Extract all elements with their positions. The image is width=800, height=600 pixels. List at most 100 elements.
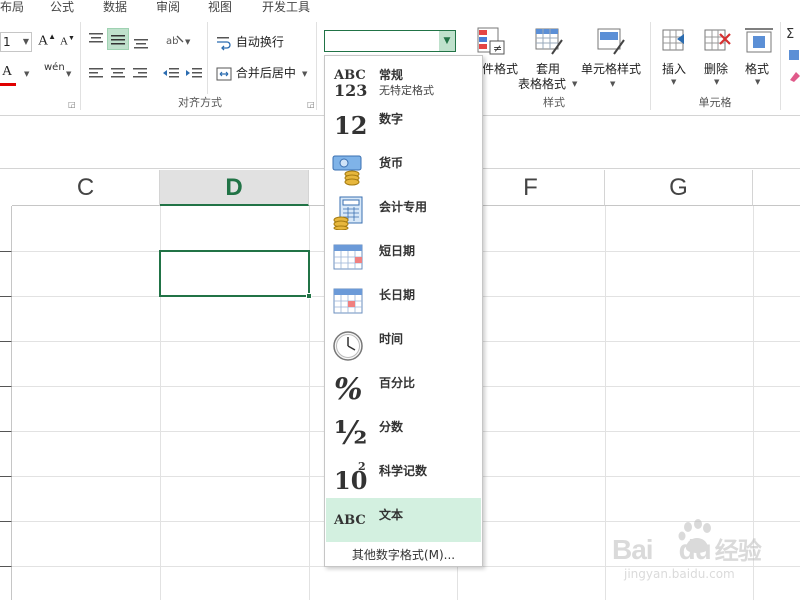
format-option-currency[interactable]: 货币 xyxy=(326,146,481,190)
clock-icon xyxy=(333,331,363,361)
wrap-text-button[interactable]: 自动换行 xyxy=(216,33,284,51)
font-color-button[interactable]: A xyxy=(0,64,16,86)
fill-handle[interactable] xyxy=(306,293,312,299)
format-as-table-icon[interactable] xyxy=(534,26,564,56)
format-option-label: 文本 xyxy=(379,508,404,522)
icon-glyph: % xyxy=(334,372,363,407)
align-left-icon[interactable] xyxy=(88,66,104,80)
currency-icon xyxy=(332,155,362,186)
align-bottom-icon[interactable] xyxy=(133,36,149,50)
column-header-g[interactable]: G xyxy=(605,170,753,206)
format-option-accounting[interactable]: 会计专用 xyxy=(326,190,481,234)
font-size-value: 1 xyxy=(3,35,11,49)
increase-indent-icon[interactable] xyxy=(185,66,203,80)
format-option-short-date[interactable]: 短日期 xyxy=(326,234,481,278)
tab-developer[interactable]: 开发工具 xyxy=(262,0,310,18)
cell-styles-label[interactable]: 单元格样式 xyxy=(581,60,641,77)
calendar-icon xyxy=(333,288,363,314)
abc-text-icon: ABC xyxy=(332,504,366,538)
autosum-icon[interactable]: Σ xyxy=(786,26,800,40)
delete-label[interactable]: 删除 xyxy=(704,60,728,77)
phonetic-button[interactable]: wén xyxy=(44,62,65,73)
icon-glyph: ½ xyxy=(334,414,368,452)
tab-layout[interactable]: 布局 xyxy=(0,0,24,18)
format-option-number[interactable]: 12 数字 xyxy=(326,102,481,146)
align-right-icon[interactable] xyxy=(132,66,148,80)
column-header-c[interactable]: C xyxy=(12,170,160,206)
number-format-combo[interactable]: ▼ xyxy=(324,30,456,52)
row-header[interactable] xyxy=(0,206,12,252)
row-header[interactable] xyxy=(0,252,12,297)
merge-center-button[interactable]: 合并后居中 xyxy=(216,64,296,82)
row-header[interactable] xyxy=(0,567,12,600)
chevron-down-icon[interactable]: ▼ xyxy=(24,70,29,78)
orientation-icon[interactable]: ab xyxy=(165,32,185,48)
more-number-formats-link[interactable]: 其他数字格式(M)... xyxy=(325,545,482,565)
format-label[interactable]: 格式 xyxy=(745,60,769,77)
row-header[interactable] xyxy=(0,522,12,567)
row-header[interactable] xyxy=(0,342,12,387)
tab-view[interactable]: 视图 xyxy=(208,0,232,18)
format-option-label: 常规 xyxy=(379,68,404,82)
chevron-down-icon[interactable]: ▼ xyxy=(302,70,307,78)
font-size-combo[interactable]: 1 ▼ xyxy=(0,32,32,52)
align-middle-icon xyxy=(111,35,125,45)
format-option-general[interactable]: ABC 123 常规 无特定格式 xyxy=(326,58,481,102)
tab-review[interactable]: 审阅 xyxy=(156,0,180,18)
shrink-font-button[interactable]: A▼ xyxy=(60,34,75,48)
format-option-label: 科学记数 xyxy=(379,464,428,478)
chevron-down-icon[interactable]: ▼ xyxy=(572,80,577,88)
active-cell-d2[interactable] xyxy=(159,250,312,299)
row-header[interactable] xyxy=(0,297,12,342)
abc-123-icon: ABC 123 xyxy=(332,64,367,100)
row-header[interactable] xyxy=(0,387,12,432)
delete-cells-icon[interactable] xyxy=(702,26,732,56)
chevron-down-icon[interactable]: ▼ xyxy=(610,80,615,88)
format-option-text[interactable]: ABC 文本 xyxy=(326,498,481,542)
chevron-down-icon[interactable]: ▼ xyxy=(66,70,71,78)
align-top-icon[interactable] xyxy=(88,32,104,46)
format-option-label: 长日期 xyxy=(379,288,416,302)
format-cells-icon[interactable] xyxy=(744,26,774,56)
conditional-format-icon[interactable]: ≠ xyxy=(476,26,506,56)
number-format-dropdown: ABC 123 常规 无特定格式 12 数字 货币 会计专用 短日期 长日期 时… xyxy=(324,55,483,567)
insert-label[interactable]: 插入 xyxy=(662,60,686,77)
fill-icon[interactable] xyxy=(788,48,800,62)
cell-styles-icon[interactable] xyxy=(596,26,626,56)
format-option-long-date[interactable]: 长日期 xyxy=(326,278,481,322)
chevron-down-icon[interactable]: ▼ xyxy=(755,78,760,86)
icon-glyph: ABC xyxy=(334,513,366,528)
align-center-icon[interactable] xyxy=(110,66,126,80)
chevron-down-icon[interactable]: ▼ xyxy=(185,38,190,46)
conditional-format-label[interactable]: 件格式 xyxy=(482,60,518,77)
table-format-label-2[interactable]: 表格格式 xyxy=(518,75,566,92)
decrease-indent-icon[interactable] xyxy=(162,66,180,80)
align-middle-button[interactable] xyxy=(107,28,129,50)
chevron-down-icon[interactable]: ▼ xyxy=(714,78,719,86)
number-12-icon: 12 xyxy=(332,108,367,142)
alignment-group-launcher-icon[interactable]: ◲ xyxy=(307,100,315,109)
chevron-down-icon[interactable]: ▼ xyxy=(439,31,455,51)
scientific-icon: 10 2 xyxy=(332,460,367,495)
insert-cells-icon[interactable] xyxy=(660,26,690,56)
watermark-cn: 经验 xyxy=(714,538,762,565)
row-header[interactable] xyxy=(0,432,12,477)
tab-data[interactable]: 数据 xyxy=(103,0,127,18)
column-header-h[interactable] xyxy=(753,170,800,206)
format-option-label: 短日期 xyxy=(379,244,416,258)
watermark-brand: Bai xyxy=(612,534,654,565)
grow-font-button[interactable]: A▲ xyxy=(38,32,56,50)
chevron-down-icon[interactable]: ▼ xyxy=(671,78,676,86)
format-option-scientific[interactable]: 10 2 科学记数 xyxy=(326,454,481,498)
format-option-percent[interactable]: % 百分比 xyxy=(326,366,481,410)
format-option-fraction[interactable]: ½ 分数 xyxy=(326,410,481,454)
font-group-launcher-icon[interactable]: ◲ xyxy=(68,100,76,109)
format-option-time[interactable]: 时间 xyxy=(326,322,481,366)
wrap-text-label: 自动换行 xyxy=(235,35,284,49)
group-separator xyxy=(780,22,781,110)
fraction-icon: ½ xyxy=(332,414,368,452)
clear-icon[interactable] xyxy=(788,70,800,84)
row-header[interactable] xyxy=(0,477,12,522)
column-header-d[interactable]: D xyxy=(160,170,309,206)
tab-formulas[interactable]: 公式 xyxy=(50,0,74,18)
